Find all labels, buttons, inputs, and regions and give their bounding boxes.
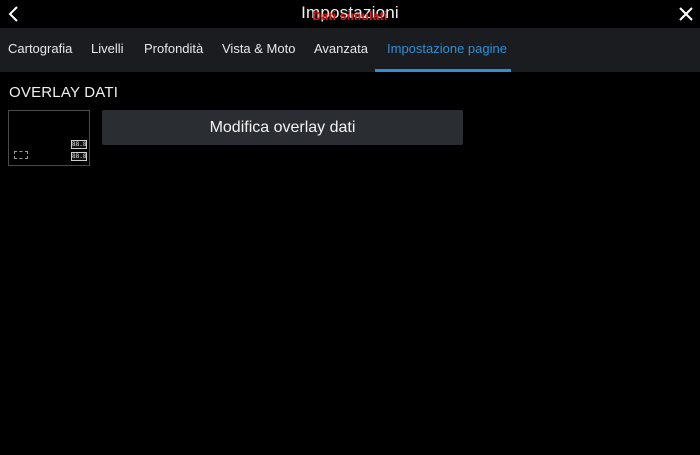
title-bar: Impostazioni Dati simulati	[0, 0, 700, 28]
tab-cartografia[interactable]: Cartografia	[8, 28, 72, 72]
edit-data-overlay-button[interactable]: Modifica overlay dati	[102, 110, 463, 145]
tab-avanzata[interactable]: Avanzata	[314, 28, 368, 72]
tab-impostazione-pagine[interactable]: Impostazione pagine	[387, 28, 507, 72]
tab-profondita[interactable]: Profondità	[144, 28, 203, 72]
thumbnail-placeholder-box	[14, 151, 28, 159]
close-button[interactable]	[674, 2, 698, 26]
simulation-banner: Dati simulati	[312, 9, 388, 23]
tab-livelli[interactable]: Livelli	[91, 28, 124, 72]
thumbnail-value-1: 88.8	[71, 140, 87, 149]
thumbnail-value-2: 88.8	[71, 152, 87, 161]
tab-bar: Cartografia Livelli Profondità Vista & M…	[0, 28, 700, 72]
tab-vista-moto[interactable]: Vista & Moto	[222, 28, 295, 72]
close-icon	[679, 7, 693, 21]
active-tab-indicator	[375, 69, 511, 72]
overlay-layout-thumbnail[interactable]: 88.8 88.8	[8, 110, 90, 166]
section-title: OVERLAY DATI	[9, 84, 119, 101]
